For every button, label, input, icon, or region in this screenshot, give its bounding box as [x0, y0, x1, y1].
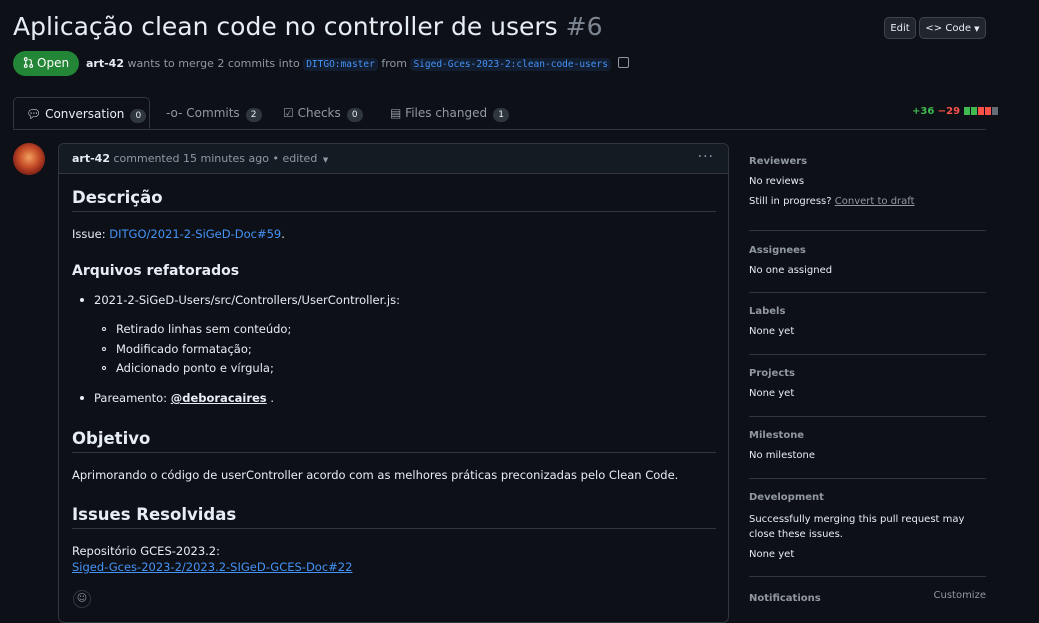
- chevron-down-icon: ▼: [974, 25, 980, 33]
- list-item: Adicionado ponto e vírgula;: [116, 361, 274, 375]
- sidebar-heading[interactable]: Development: [749, 492, 986, 503]
- kebab-menu-icon[interactable]: ···: [698, 149, 714, 165]
- bullet: [102, 366, 106, 370]
- sidebar-labels: Labels None yet: [749, 306, 986, 355]
- sidebar-assignees: Assignees No one assigned: [749, 245, 986, 293]
- heading-objetivo: Objetivo: [72, 429, 151, 448]
- comment-author[interactable]: art-42: [72, 152, 110, 165]
- from-text: from: [381, 57, 407, 70]
- pr-title-text: Aplicação clean code no controller de us…: [13, 12, 558, 41]
- list-item: 2021-2-SiGeD-Users/src/Controllers/UserC…: [94, 293, 400, 307]
- heading-issues: Issues Resolvidas: [72, 505, 237, 524]
- convert-to-draft-link[interactable]: Convert to draft: [835, 196, 915, 207]
- sidebar-value: No reviews: [749, 176, 805, 187]
- tab-label: Checks: [297, 106, 341, 120]
- sidebar-heading[interactable]: Projects: [749, 368, 986, 379]
- pr-meta: art-42 wants to merge 2 commits into DIT…: [86, 57, 630, 71]
- tab-count: 1: [493, 108, 510, 122]
- pair-suffix: .: [270, 391, 274, 405]
- file-diff-icon: ▤: [390, 106, 402, 120]
- list-item: Pareamento: @deboracaires .: [94, 391, 274, 405]
- divider: [72, 528, 716, 529]
- code-icon: <>: [925, 23, 943, 34]
- issue-line: Issue: DITGO/2021-2-SiGeD-Doc#59.: [72, 227, 285, 241]
- comment-header: art-42 commented 15 minutes ago • edited…: [59, 144, 728, 174]
- sidebar-heading[interactable]: Reviewers: [749, 156, 986, 167]
- in-progress-text: Still in progress?: [749, 196, 832, 207]
- development-text: Successfully merging this pull request m…: [749, 514, 965, 540]
- customize-link[interactable]: Customize: [934, 590, 987, 601]
- divider: [72, 452, 716, 453]
- heading-arquivos: Arquivos refatorados: [72, 263, 240, 279]
- tab-count: 0: [130, 109, 147, 123]
- tab-files-changed[interactable]: ▤ Files changed 1: [390, 97, 510, 129]
- code-button[interactable]: <> Code ▼: [919, 17, 986, 39]
- list-item: Modificado formatação;: [116, 342, 252, 356]
- tab-label: Commits: [186, 106, 240, 120]
- tab-commits[interactable]: -o- Commits 2: [166, 97, 262, 129]
- head-branch[interactable]: Siged-Gces-2023-2:clean-code-users: [410, 58, 611, 71]
- commit-icon: -o-: [166, 106, 183, 120]
- sidebar-heading[interactable]: Assignees: [749, 245, 986, 256]
- chevron-down-icon[interactable]: ▼: [323, 156, 328, 164]
- sidebar-notifications: Notifications Customize: [749, 590, 986, 604]
- checklist-icon: ☑︎: [283, 106, 294, 120]
- bullet: [80, 396, 84, 400]
- bullet: [102, 347, 106, 351]
- sidebar-heading: Notifications: [749, 593, 821, 604]
- draft-line: Still in progress? Convert to draft: [749, 196, 986, 207]
- smiley-icon[interactable]: ☺︎: [73, 590, 91, 608]
- repo-issue-link[interactable]: Siged-Gces-2023-2/2023.2-SIGeD-GCES-Doc#…: [72, 560, 352, 574]
- sidebar-milestone: Milestone No milestone: [749, 430, 986, 479]
- issue-suffix: .: [281, 227, 285, 241]
- sidebar-reviewers: Reviewers No reviews Still in progress? …: [749, 156, 986, 231]
- pr-number: #6: [565, 12, 603, 41]
- diffstat: +36 −29: [912, 106, 998, 118]
- heading-descricao: Descrição: [72, 188, 163, 207]
- sidebar-development: Development Successfully merging this pu…: [749, 492, 986, 577]
- issue-link[interactable]: DITGO/2021-2-SiGeD-Doc#59: [109, 227, 281, 241]
- sidebar-heading[interactable]: Labels: [749, 306, 986, 317]
- status-label: Open: [37, 56, 70, 70]
- status-badge: Open: [13, 51, 79, 76]
- tab-label: Files changed: [405, 106, 488, 120]
- objetivo-text: Aprimorando o código de userController a…: [72, 468, 679, 482]
- bullet: [80, 298, 84, 302]
- tab-bar: 💬︎ Conversation 0 -o- Commits 2 ☑︎ Checks 0…: [13, 97, 986, 130]
- sidebar-value: No milestone: [749, 450, 815, 461]
- tab-count: 0: [346, 108, 363, 122]
- sidebar-value: None yet: [749, 388, 795, 399]
- pr-title: Aplicação clean code no controller de us…: [13, 12, 603, 41]
- author-link[interactable]: art-42: [86, 57, 124, 70]
- comment-icon: 💬︎: [26, 107, 42, 121]
- issue-prefix: Issue:: [72, 227, 106, 241]
- code-label: Code: [945, 23, 971, 34]
- tab-conversation[interactable]: 💬︎ Conversation 0: [13, 97, 150, 129]
- sidebar-heading[interactable]: Milestone: [749, 430, 986, 441]
- additions: +36: [912, 106, 935, 117]
- merge-text: wants to merge 2 commits into: [127, 57, 300, 70]
- pull-request-icon: [23, 57, 34, 68]
- bullet: [102, 327, 106, 331]
- mention-link[interactable]: @deboracaires: [171, 391, 267, 405]
- list-item: Retirado linhas sem conteúdo;: [116, 322, 292, 336]
- copy-icon[interactable]: [618, 57, 630, 68]
- divider: [72, 211, 716, 212]
- tab-checks[interactable]: ☑︎ Checks 0: [283, 97, 363, 129]
- sidebar-value: No one assigned: [749, 265, 833, 276]
- repo-text: Repositório GCES-2023.2:: [72, 544, 221, 558]
- tab-count: 2: [245, 108, 262, 122]
- avatar[interactable]: [13, 143, 45, 175]
- base-branch[interactable]: DITGO:master: [303, 58, 378, 71]
- pair-prefix: Pareamento:: [94, 391, 168, 405]
- sidebar-value: None yet: [749, 549, 795, 560]
- edit-button[interactable]: Edit: [884, 17, 916, 39]
- deletions: −29: [937, 106, 961, 117]
- sidebar-value: None yet: [749, 326, 795, 337]
- pr-comment: art-42 commented 15 minutes ago • edited…: [58, 143, 729, 623]
- tab-label: Conversation: [45, 107, 125, 121]
- diffstat-blocks: [963, 107, 998, 118]
- comment-action[interactable]: commented 15 minutes ago • edited: [113, 152, 317, 165]
- sidebar-projects: Projects None yet: [749, 368, 986, 417]
